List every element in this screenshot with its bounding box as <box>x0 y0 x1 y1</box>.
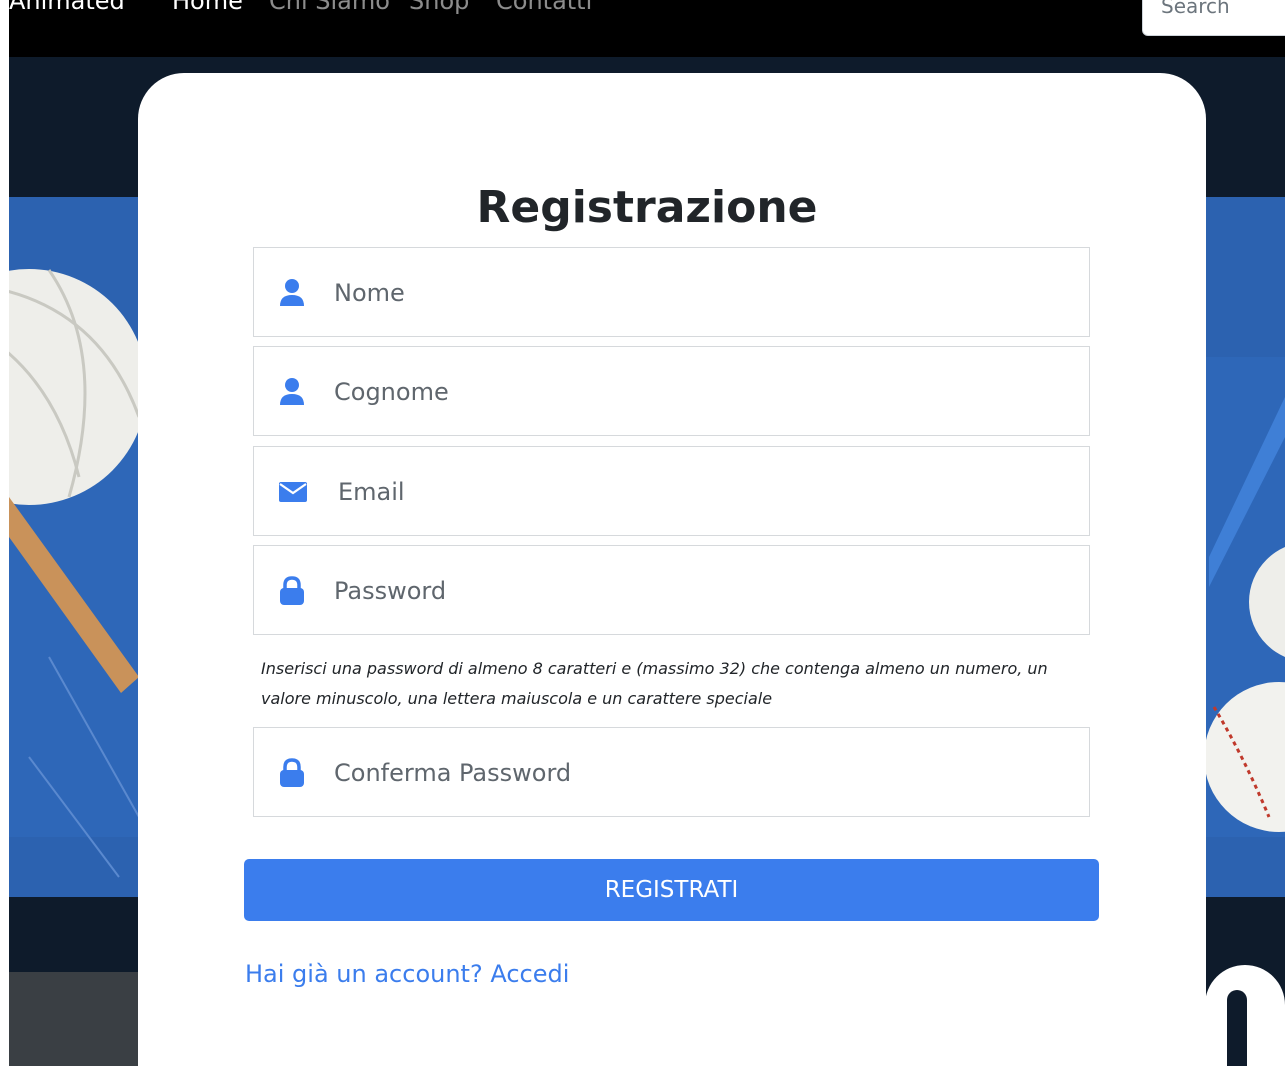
nav-brand[interactable]: Animated <box>9 0 125 16</box>
page-viewport: Animated Home Chi Siamo Shop Contatti Se… <box>9 0 1285 1066</box>
password-hint: Inserisci una password di almeno 8 carat… <box>261 659 1048 708</box>
conferma-password-input[interactable] <box>334 748 1054 798</box>
login-link[interactable]: Hai già un account? Accedi <box>245 956 569 992</box>
nav-link-shop[interactable]: Shop <box>409 0 469 16</box>
register-button[interactable]: REGISTRATI <box>244 859 1099 921</box>
nav-link-chi-siamo[interactable]: Chi Siamo <box>269 0 390 16</box>
user-icon <box>278 278 306 308</box>
nav-link-contatti[interactable]: Contatti <box>496 0 592 16</box>
top-navbar: Animated Home Chi Siamo Shop Contatti Se… <box>9 0 1285 57</box>
cognome-input[interactable] <box>334 367 1054 417</box>
lock-icon <box>278 576 306 606</box>
password-field-group <box>253 545 1090 635</box>
conferma-password-field-group <box>253 727 1090 817</box>
envelope-icon <box>278 481 307 511</box>
page-title: Registrazione <box>476 182 818 233</box>
password-input[interactable] <box>334 566 1054 616</box>
user-icon <box>278 377 306 407</box>
footer-strip <box>9 972 144 1066</box>
nome-field-group <box>253 247 1090 337</box>
cognome-field-group <box>253 346 1090 436</box>
search-input[interactable]: Search <box>1142 0 1285 36</box>
nav-link-home[interactable]: Home <box>172 0 243 16</box>
nome-input[interactable] <box>334 268 1054 318</box>
email-field-group <box>253 446 1090 536</box>
email-input[interactable] <box>338 467 1058 517</box>
lock-icon <box>278 758 306 788</box>
background-letter-inner <box>1227 990 1247 1066</box>
